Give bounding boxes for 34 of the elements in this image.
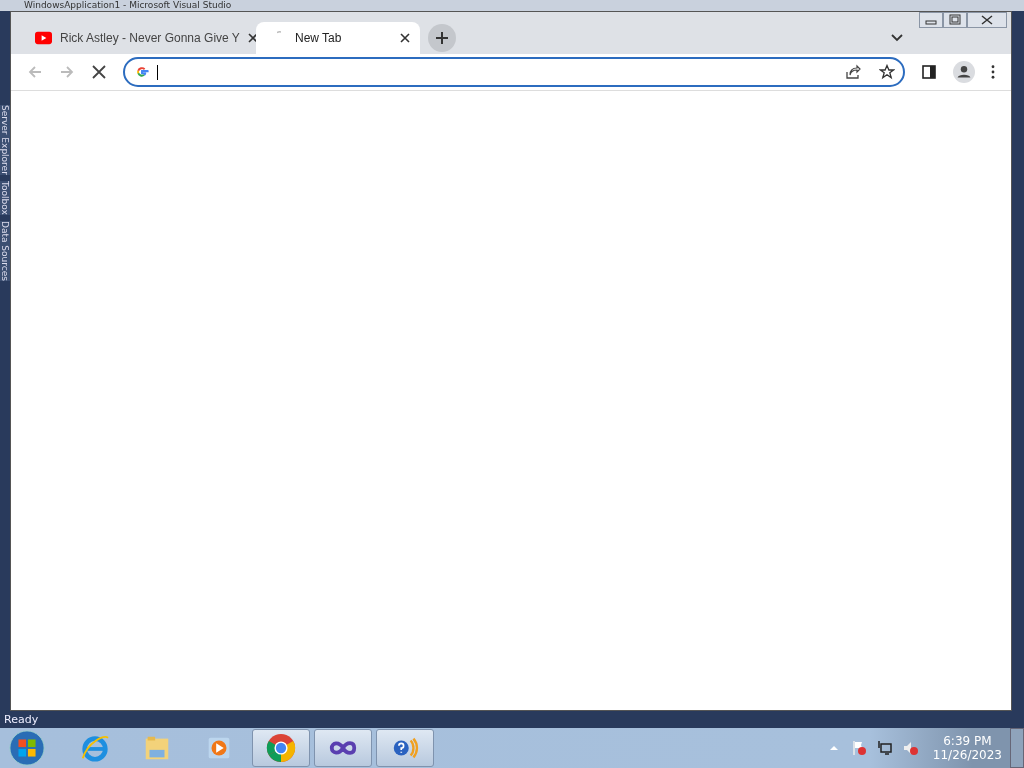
taskbar-button[interactable]: [314, 729, 372, 767]
restore-button[interactable]: [943, 12, 967, 28]
status-text: Ready: [4, 713, 39, 726]
stop-icon[interactable]: [91, 64, 107, 80]
close-icon[interactable]: [247, 33, 258, 43]
speaker-icon[interactable]: [902, 740, 919, 756]
start-button[interactable]: [8, 729, 46, 767]
network-icon[interactable]: [876, 740, 893, 756]
side-panel-icon[interactable]: [921, 64, 937, 80]
side-tab[interactable]: Server Explorer: [0, 105, 10, 175]
chrome-icon: [266, 733, 296, 763]
taskbar-button[interactable]: [252, 729, 310, 767]
spinner-icon: [276, 31, 281, 34]
profile-avatar[interactable]: [953, 61, 975, 83]
flag-icon[interactable]: [850, 740, 867, 756]
minimize-button[interactable]: [919, 12, 943, 28]
star-icon[interactable]: [879, 64, 895, 80]
globe-e-icon: [80, 733, 110, 763]
chevron-down-icon[interactable]: [891, 34, 903, 42]
new-tab-button[interactable]: [428, 24, 456, 52]
browser-tab[interactable]: Rick Astley - Never Gonna Give Y: [21, 22, 256, 54]
text-cursor: [157, 64, 158, 80]
video-icon: [35, 31, 52, 45]
side-tab[interactable]: Data Sources: [0, 220, 10, 281]
close-button[interactable]: [967, 12, 1007, 28]
window-title: WindowsApplication1 - Microsoft Visual Studio: [0, 0, 1024, 11]
close-icon[interactable]: [400, 33, 410, 43]
share-icon[interactable]: [845, 64, 861, 80]
google-icon: [135, 65, 149, 79]
side-tab[interactable]: Toolbox: [0, 180, 10, 215]
menu-icon[interactable]: [991, 65, 995, 79]
address-field[interactable]: [123, 57, 905, 87]
taskbar-button[interactable]: [376, 729, 434, 767]
browser-tab[interactable]: New Tab: [256, 22, 420, 54]
